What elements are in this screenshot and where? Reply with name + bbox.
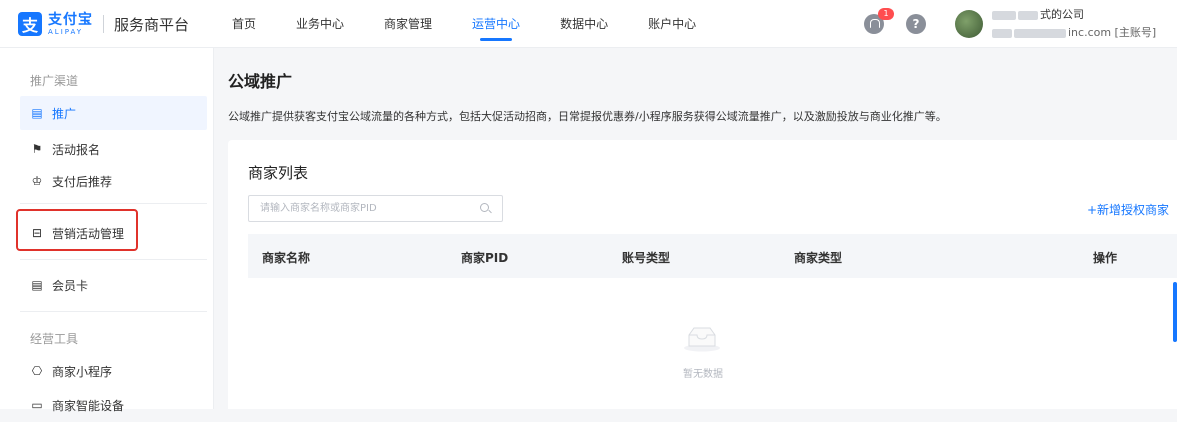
redacted-block: [1014, 28, 1066, 38]
logo-separator: [103, 15, 104, 33]
nav-operations-center[interactable]: 运营中心: [472, 0, 520, 48]
sidebar-item-label: 商家小程序: [52, 364, 113, 379]
search-icon[interactable]: [480, 203, 489, 212]
sidebar-item-merchant-mini-program[interactable]: ⎔ 商家小程序: [20, 354, 207, 388]
page-description: 公域推广提供获客支付宝公域流量的各种方式，包括大促活动招商，日常提报优惠券/小程…: [228, 110, 947, 123]
highlight-annotation-box: [16, 209, 138, 251]
account-mail-suffix: inc.com [主账号]: [1068, 26, 1157, 39]
alipay-logo-mark: 支: [18, 12, 42, 36]
merchant-list-title: 商家列表: [248, 164, 309, 182]
sidebar-group-business-tools: 经营工具: [30, 332, 79, 346]
flag-icon: ⚑: [31, 142, 43, 156]
mini-program-icon: ⎔: [31, 364, 43, 378]
empty-inbox-icon: [684, 327, 720, 352]
account-info[interactable]: 式的公司 inc.com [主账号]: [992, 8, 1172, 40]
sidebar: 推广渠道 ▤ 推广 ⚑ 活动报名 ♔ 支付后推荐 ⊟ 营销活动管理 ▤ 会员卡 …: [0, 48, 214, 413]
sidebar-item-label: 推广: [52, 106, 77, 121]
sidebar-item-label: 活动报名: [52, 142, 101, 157]
nav-data-center[interactable]: 数据中心: [560, 0, 608, 48]
sidebar-item-post-payment-recommend[interactable]: ♔ 支付后推荐: [20, 164, 207, 198]
list-doc-icon: ▤: [31, 106, 43, 120]
platform-name: 服务商平台: [114, 15, 190, 34]
divider: [20, 311, 207, 312]
account-name-suffix: 式的公司: [1040, 8, 1084, 21]
crown-icon: ♔: [31, 174, 43, 188]
column-account-type: 账号类型: [622, 251, 671, 265]
add-authorized-merchant-button[interactable]: +新增授权商家: [1087, 201, 1169, 218]
nav-merchant-management[interactable]: 商家管理: [384, 0, 432, 48]
table-header: 商家名称 商家PID 账号类型 商家类型 操作: [248, 234, 1177, 278]
sidebar-item-merchant-smart-device[interactable]: ▭ 商家智能设备: [20, 388, 207, 422]
card-doc-icon: ▤: [31, 278, 43, 292]
nav-account-center[interactable]: 账户中心: [648, 0, 696, 48]
alipay-logo[interactable]: 支 支付宝 ALIPAY 服务商平台: [18, 10, 189, 38]
notification-badge: 1: [878, 8, 894, 20]
column-merchant-pid: 商家PID: [461, 251, 509, 265]
account-mail: inc.com [主账号]: [992, 26, 1172, 40]
redacted-block: [1018, 10, 1038, 20]
avatar[interactable]: [955, 10, 983, 38]
nav-business-center[interactable]: 业务中心: [296, 0, 344, 48]
sidebar-item-label: 支付后推荐: [52, 174, 113, 189]
sidebar-item-label: 商家智能设备: [52, 398, 125, 413]
sidebar-item-promotion[interactable]: ▤ 推广: [20, 96, 207, 130]
merchant-search-input[interactable]: [248, 195, 503, 222]
device-icon: ▭: [31, 398, 43, 412]
scrollbar-thumb[interactable]: [1173, 282, 1177, 342]
nav-home[interactable]: 首页: [232, 0, 256, 48]
sidebar-item-label: 会员卡: [52, 278, 89, 293]
merchant-list-card: 商家列表 +新增授权商家 商家名称 商家PID 账号类型 商家类型 操作 暂无数…: [228, 140, 1177, 409]
column-merchant-type: 商家类型: [794, 251, 843, 265]
divider: [20, 203, 207, 204]
sidebar-item-membership-card[interactable]: ▤ 会员卡: [20, 268, 207, 302]
redacted-block: [992, 28, 1012, 38]
column-actions: 操作: [1093, 251, 1118, 265]
empty-state-text: 暂无数据: [683, 369, 723, 380]
logo-cn: 支付宝: [48, 11, 93, 28]
divider: [20, 259, 207, 260]
redacted-block: [992, 10, 1016, 20]
alipay-logo-text: 支付宝 ALIPAY: [48, 13, 93, 36]
top-header: 支 支付宝 ALIPAY 服务商平台 首页 业务中心 商家管理 运营中心 数据中…: [0, 0, 1177, 48]
sidebar-item-activity-signup[interactable]: ⚑ 活动报名: [20, 132, 207, 166]
page-title: 公域推广: [228, 72, 293, 91]
logo-en: ALIPAY: [48, 27, 84, 36]
account-name: 式的公司: [992, 8, 1172, 22]
help-icon[interactable]: ?: [906, 14, 926, 34]
column-merchant-name: 商家名称: [262, 251, 311, 265]
top-nav: 首页 业务中心 商家管理 运营中心 数据中心 账户中心: [232, 0, 736, 48]
sidebar-group-promotion: 推广渠道: [30, 74, 79, 88]
